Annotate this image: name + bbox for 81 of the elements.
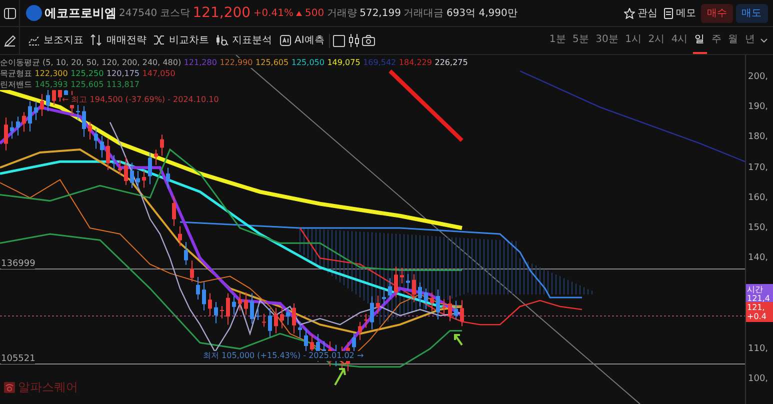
camera-icon[interactable]: [362, 35, 376, 46]
axis-label: 140,: [748, 252, 768, 266]
timeframe-tab[interactable]: 5분: [570, 27, 591, 54]
toolbar-button[interactable]: 비교차트: [151, 33, 211, 48]
axis-label: 190,: [748, 101, 768, 114]
timeframe-tab[interactable]: 년: [742, 27, 757, 54]
square-icon[interactable]: [332, 34, 345, 46]
market-label: 코스닥: [160, 6, 190, 20]
axis-label: 110,: [748, 342, 768, 356]
line-chart-icon: [28, 34, 40, 47]
annotation-arrow: [454, 334, 463, 346]
legend-value: 145,393: [34, 80, 68, 90]
annotation-arrow: [334, 368, 346, 386]
stock-code: 247540: [119, 6, 158, 20]
legend-value: 149,075: [327, 58, 360, 68]
timeframe-tab[interactable]: 월: [726, 27, 740, 54]
axis-label: 180,: [748, 131, 768, 144]
legend-value: 226,275: [434, 58, 468, 68]
current-price: 121,200: [192, 4, 251, 22]
timeframe-tab[interactable]: 1분: [547, 27, 568, 54]
candle-search-icon: [216, 34, 229, 47]
change-amount: 500: [305, 6, 324, 20]
company-logo-icon: [26, 5, 42, 21]
toolbar-button[interactable]: AI예측: [276, 33, 326, 48]
volume-value: 572,199: [360, 6, 401, 20]
axis-label: 160,: [748, 192, 768, 205]
legend-value: 125,050: [291, 58, 324, 68]
buy-button[interactable]: 매수: [700, 4, 733, 22]
level-label: 136999: [1, 259, 36, 269]
legend-value: 169,542: [363, 58, 396, 68]
memo-icon: [664, 7, 674, 19]
price-tag: 시간 121,4: [746, 284, 773, 304]
action-button[interactable]: 관심: [622, 6, 660, 20]
high-price-note: ← 최고 194,500 (-37.69%) - 2024.10.10: [62, 95, 219, 105]
timeframe-tab[interactable]: 1시: [623, 27, 644, 54]
brand-logo-icon: [4, 382, 15, 392]
stock-name: 에코프로비엠: [44, 5, 116, 22]
action-button[interactable]: 메모: [662, 6, 698, 20]
turnover-value: 693억 4,990만: [446, 6, 518, 20]
timeframe-tab[interactable]: 4시: [669, 27, 690, 54]
legend-label: 린저밴드: [0, 80, 32, 90]
timeframe-tab[interactable]: 2시: [646, 27, 667, 54]
legend-value: 122,990: [220, 58, 253, 68]
level-label: 105521: [1, 354, 36, 364]
axis-label: 150,: [748, 222, 768, 235]
crossing-arrows-icon: [153, 34, 166, 47]
legend-label: 목균형표: [0, 69, 32, 79]
timeframe-tab[interactable]: 주: [709, 27, 724, 54]
legend-value: 121,280: [184, 58, 217, 68]
sell-button[interactable]: 매도: [736, 4, 768, 22]
axis-label: 170,: [748, 162, 768, 175]
legend-value: 122,300: [34, 69, 68, 79]
legend-value: 125,605: [70, 80, 104, 90]
low-price-note: 최저 105,000 (+15.43%) - 2025.01.02 →: [203, 351, 364, 361]
chevron-down-icon[interactable]: [760, 38, 768, 43]
up-down-arrows-icon: [90, 34, 104, 47]
legend-value: 120,175: [106, 69, 140, 79]
legend-value: 147,050: [142, 69, 176, 79]
pencil-icon[interactable]: [4, 34, 16, 46]
panel-toggle-icon[interactable]: [4, 8, 16, 18]
volume-label: 거래량: [326, 6, 357, 20]
candlestick-icon[interactable]: [348, 34, 360, 47]
toolbar-button[interactable]: 매매전략: [88, 33, 148, 48]
change-percent: +0.41%: [253, 6, 294, 20]
toolbar-button[interactable]: 지표분석: [214, 33, 274, 48]
legend-label: 순이동평균 (5, 10, 20, 50, 120, 200, 240, 480): [0, 58, 182, 68]
legend-value: 113,817: [106, 80, 140, 90]
star-icon: [624, 8, 635, 18]
ai-chip-icon: [278, 34, 292, 47]
toolbar-button[interactable]: 보조지표: [26, 33, 86, 48]
price-tag: 121, +0.4: [746, 302, 773, 322]
legend-value: 125,250: [70, 69, 104, 79]
legend-value: 125,605: [256, 58, 289, 68]
up-triangle-icon: [296, 10, 302, 16]
timeframe-tab[interactable]: 일: [692, 27, 706, 54]
legend-value: 184,229: [398, 58, 432, 68]
turnover-label: 거래대금: [404, 6, 444, 20]
timeframe-tab[interactable]: 30분: [594, 27, 620, 54]
axis-label: 100,: [748, 373, 768, 386]
brand-watermark: 알파스퀘어: [18, 379, 78, 396]
axis-label: 200,: [748, 71, 768, 84]
